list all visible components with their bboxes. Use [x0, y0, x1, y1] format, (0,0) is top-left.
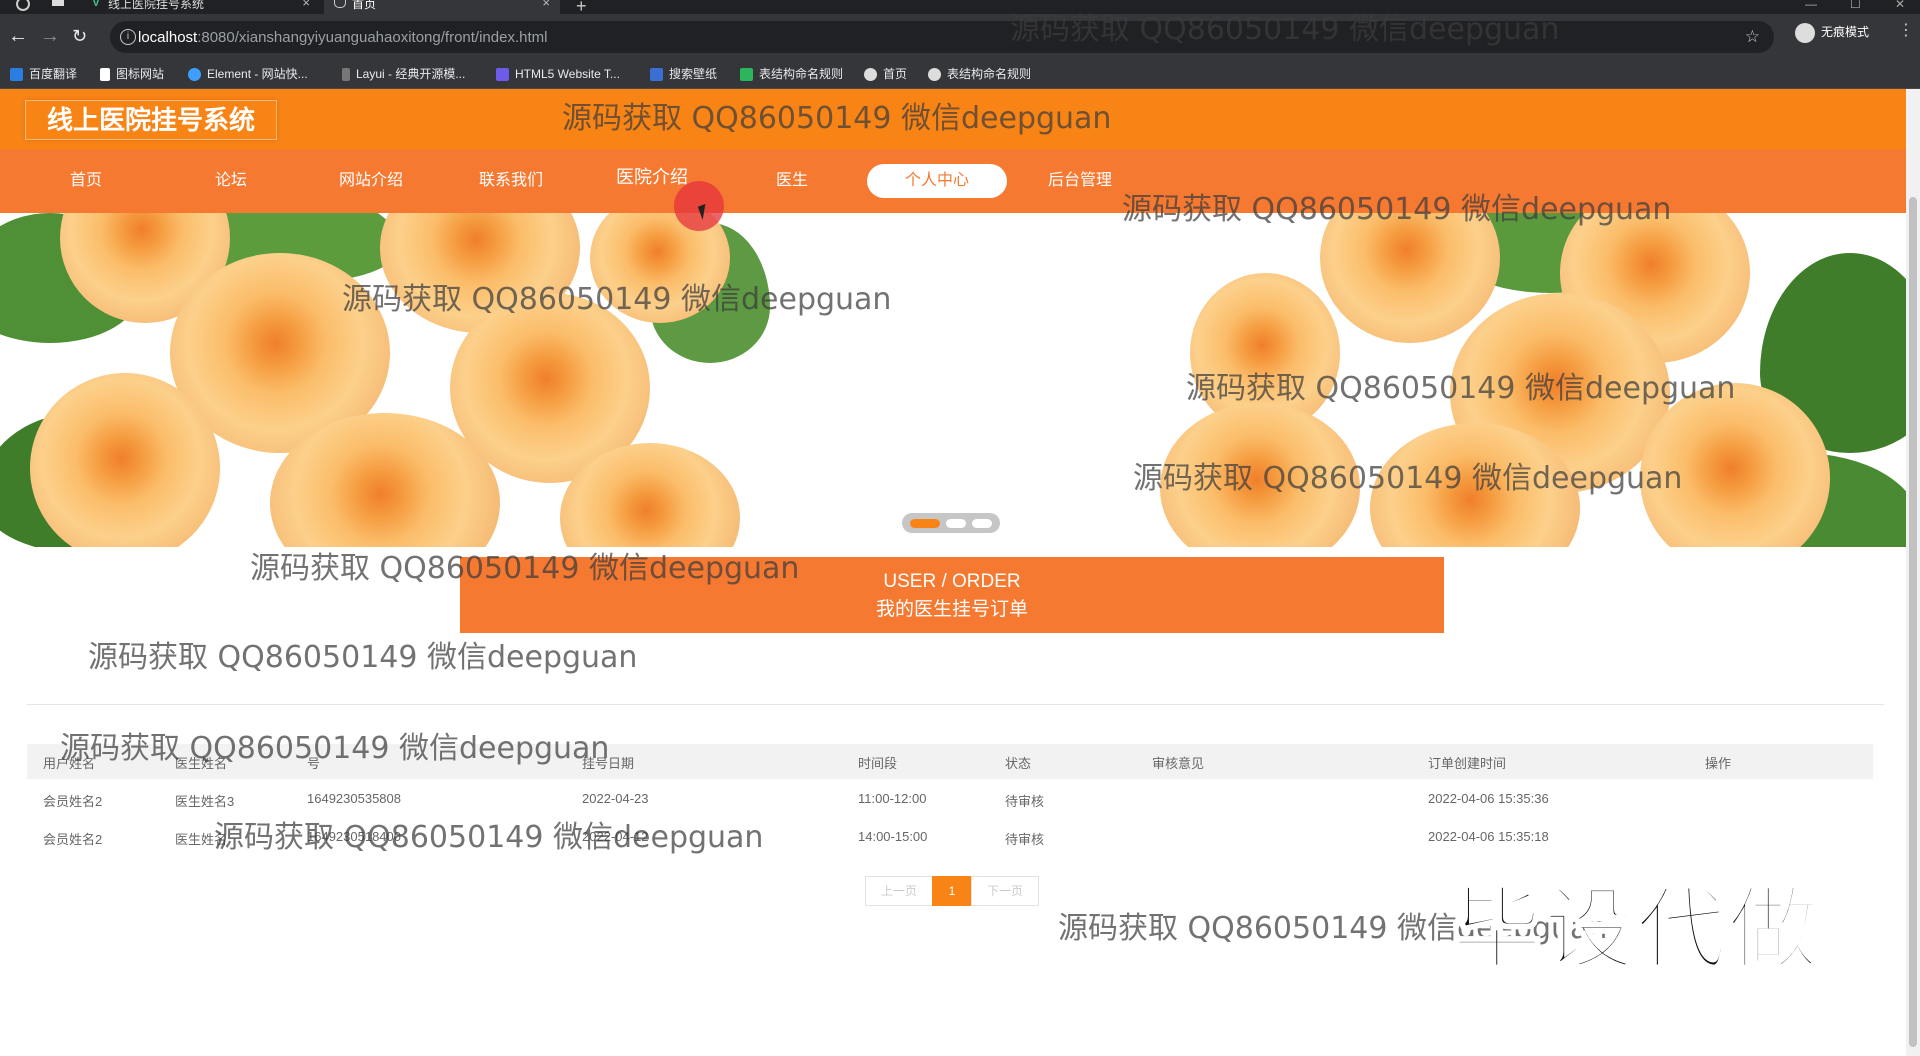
back-icon[interactable]: ← [8, 26, 28, 46]
profile-label: 无痕模式 [1821, 25, 1870, 40]
flag-icon [100, 68, 110, 82]
watermark: 源码获取 QQ86050149 微信deepguan [1186, 371, 1736, 406]
bookmark-item[interactable]: 图标网站 [100, 60, 164, 88]
tab-title: 线上医院挂号系统 [108, 0, 205, 11]
watermark-badge: 毕设代做 [1451, 876, 1820, 984]
table-cell: 2022-04-06 15:35:36 [1428, 791, 1549, 806]
site-info-icon[interactable]: i [120, 29, 136, 45]
bookmark-item[interactable]: 百度翻译 [10, 60, 77, 88]
watermark: 源码获取 QQ86050149 微信deepguan [250, 551, 800, 586]
close-window-icon[interactable]: ✕ [1895, 0, 1905, 11]
table-cell: 待审核 [1005, 832, 1045, 847]
element-icon [188, 68, 201, 82]
table-cell: 14:00-15:00 [858, 829, 928, 844]
pagination-next[interactable]: 下一页 [971, 876, 1039, 906]
nav-doctors[interactable]: 医生 [722, 164, 862, 198]
bookmark-item[interactable]: Layui - 经典开源模... [342, 60, 465, 88]
watermark: 源码获取 QQ86050149 微信deepguan [342, 282, 892, 317]
layui-icon [342, 68, 350, 82]
column-header: 时间段 [858, 756, 898, 771]
table-cell: 1649230535808 [307, 791, 401, 806]
carousel-indicator [902, 513, 1000, 533]
column-header: 审核意见 [1152, 756, 1205, 771]
scrollbar-thumb[interactable] [1909, 197, 1917, 1047]
column-header: 状态 [1005, 756, 1032, 771]
carousel-dot-3[interactable] [972, 519, 992, 528]
nav-forum[interactable]: 论坛 [161, 164, 301, 198]
globe-icon [928, 68, 941, 82]
nav-contact[interactable]: 联系我们 [441, 164, 581, 198]
watermark: 源码获取 QQ86050149 微信deepguan [1133, 461, 1683, 496]
url-text: localhost:8080/xianshangyiyuanguahaoxito… [138, 29, 548, 46]
html5-icon [496, 68, 509, 82]
table-cell: 2022-04-06 15:35:18 [1428, 829, 1549, 844]
page-scrollbar[interactable] [1906, 89, 1920, 1056]
globe-icon [334, 0, 346, 8]
tab-hospital-system[interactable]: V 线上医院挂号系统 × [80, 0, 320, 14]
sheet-icon [740, 68, 753, 82]
bookmark-item[interactable]: 表结构命名规则 [740, 60, 843, 88]
column-header: 操作 [1705, 756, 1732, 771]
nav-home[interactable]: 首页 [16, 164, 156, 198]
pagination-page-1[interactable]: 1 [932, 876, 972, 906]
vue-logo-icon: V [92, 0, 101, 9]
table-cell: 11:00-12:00 [858, 791, 927, 806]
wallpaper-icon [650, 68, 663, 82]
tab-close-icon[interactable]: × [302, 0, 310, 9]
browser-tab-strip: V 线上医院挂号系统 × 首页 × + — ☐ ✕ [0, 0, 1920, 16]
tab-home[interactable]: 首页 × [324, 0, 560, 14]
forward-icon[interactable]: → [40, 26, 60, 46]
incognito-icon [1795, 23, 1815, 43]
watermark: 源码获取 QQ86050149 微信deepguan [88, 640, 638, 675]
globe-icon [864, 68, 877, 82]
tab-close-icon[interactable]: × [542, 0, 550, 9]
translate-icon [10, 68, 23, 82]
browser-menu-kebab-icon[interactable]: ⋮ [1898, 20, 1914, 40]
bookmark-item[interactable]: Element - 网站快... [188, 60, 308, 88]
bookmark-item[interactable]: 搜索壁纸 [650, 60, 717, 88]
carousel-dot-2[interactable] [946, 519, 966, 528]
table-cell: 医生姓名3 [175, 794, 235, 809]
bookmark-item[interactable]: 表结构命名规则 [928, 60, 1031, 88]
minimize-icon[interactable]: — [1805, 0, 1817, 11]
watermark: 源码获取 QQ86050149 微信deepguan [1122, 192, 1672, 227]
reload-icon[interactable]: ↻ [72, 26, 87, 46]
carousel-dot-1[interactable] [910, 519, 940, 528]
divider [27, 704, 1884, 705]
address-bar-row: ← → ↻ i localhost:8080/xianshangyiyuangu… [0, 14, 1920, 60]
table-cell: 待审核 [1005, 794, 1045, 809]
watermark: 源码获取 QQ86050149 微信deepguan [1010, 12, 1560, 47]
table-cell: 2022-04-23 [582, 791, 649, 806]
column-header: 订单创建时间 [1428, 756, 1507, 771]
nav-site-intro[interactable]: 网站介绍 [301, 164, 441, 198]
tab-title: 首页 [352, 0, 377, 11]
bookmark-item[interactable]: 首页 [864, 60, 907, 88]
tab-search-icon[interactable] [48, 0, 70, 14]
watermark: 源码获取 QQ86050149 微信deepguan [214, 820, 764, 855]
table-cell: 会员姓名2 [43, 832, 103, 847]
bookmark-item[interactable]: HTML5 Website T... [496, 60, 620, 88]
rose [1320, 213, 1500, 343]
browser-menu-icon[interactable] [8, 0, 32, 14]
table-cell: 会员姓名2 [43, 794, 103, 809]
incognito-profile-button[interactable]: 无痕模式 [1795, 23, 1869, 43]
bookmark-star-icon[interactable]: ☆ [1745, 27, 1760, 47]
nav-personal-center[interactable]: 个人中心 [867, 164, 1007, 198]
section-title-cn: 我的医生挂号订单 [875, 599, 1028, 620]
bookmarks-bar: 百度翻译 图标网站 Element - 网站快... Layui - 经典开源模… [0, 60, 1920, 89]
maximize-icon[interactable]: ☐ [1850, 0, 1861, 11]
site-logo[interactable]: 线上医院挂号系统 [25, 100, 277, 140]
watermark: 源码获取 QQ86050149 微信deepguan [562, 101, 1112, 136]
watermark: 源码获取 QQ86050149 微信deepguan [60, 731, 610, 766]
pagination-prev[interactable]: 上一页 [865, 876, 933, 906]
